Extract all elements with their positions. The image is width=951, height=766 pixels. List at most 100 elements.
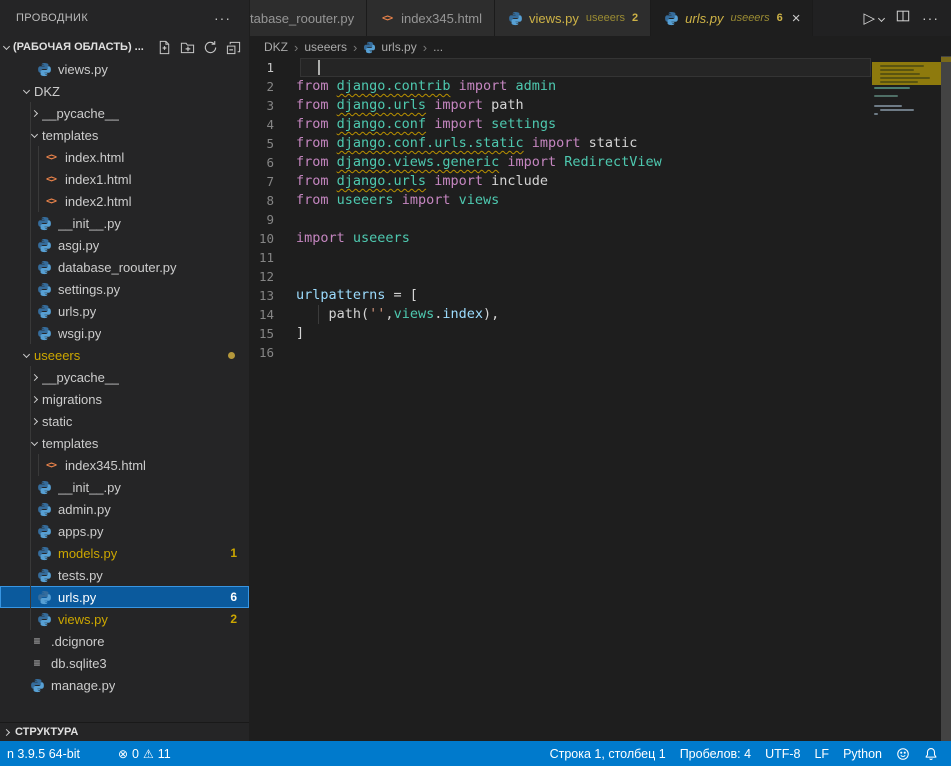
tree-item-label: db.sqlite3 xyxy=(51,656,107,671)
tree-item-.dcignore[interactable]: ≡.dcignore xyxy=(0,630,249,652)
tree-item-static[interactable]: static xyxy=(0,410,249,432)
tree-item-urls.py[interactable]: urls.py xyxy=(0,300,249,322)
tree-item-urls.py[interactable]: urls.py6 xyxy=(0,586,249,608)
vscode-window: ПРОВОДНИК ··· (РАБОЧАЯ ОБЛАСТЬ) ... view… xyxy=(0,0,951,766)
code-token: include xyxy=(491,173,548,189)
tree-item-label: apps.py xyxy=(58,524,104,539)
feedback-icon[interactable] xyxy=(889,741,917,766)
tab-tabase_roouter.py[interactable]: tabase_roouter.py xyxy=(250,0,367,36)
tree-item-views.py[interactable]: views.py xyxy=(0,58,249,80)
tab-views.py[interactable]: views.pyuseeers2 xyxy=(495,0,651,36)
indentation-item[interactable]: Пробелов: 4 xyxy=(673,741,758,766)
code-line[interactable]: 16 xyxy=(250,343,951,362)
code-line[interactable]: 1 xyxy=(250,58,951,77)
code-line[interactable]: 14 path('',views.index), xyxy=(250,305,951,324)
python-icon xyxy=(36,259,52,275)
close-icon[interactable]: × xyxy=(792,11,801,26)
tab-urls.py[interactable]: urls.pyuseeers6× xyxy=(651,0,813,36)
code-token: path( xyxy=(296,306,369,322)
bell-icon[interactable] xyxy=(917,741,945,766)
code-line[interactable]: 13urlpatterns = [ xyxy=(250,286,951,305)
tree-item-templates[interactable]: templates xyxy=(0,124,249,146)
minimap[interactable] xyxy=(872,58,941,178)
code-token xyxy=(329,173,337,189)
tree-item-tests.py[interactable]: tests.py xyxy=(0,564,249,586)
tab-index345.html[interactable]: <>index345.html xyxy=(367,0,495,36)
breadcrumb-item-...[interactable]: ... xyxy=(433,40,443,54)
collapse-all-icon[interactable] xyxy=(226,40,241,55)
split-editor-icon[interactable] xyxy=(896,9,910,28)
tree-item-models.py[interactable]: models.py1 xyxy=(0,542,249,564)
code-editor[interactable]: 12from django.contrib import admin3from … xyxy=(250,58,951,741)
code-line[interactable]: 3from django.urls import path xyxy=(250,96,951,115)
tree-item-label: __init__.py xyxy=(58,216,121,231)
tree-item-index345.html[interactable]: <>index345.html xyxy=(0,454,249,476)
explorer-more-actions-icon[interactable]: ··· xyxy=(214,10,231,26)
code-line[interactable]: 10import useeers xyxy=(250,229,951,248)
tree-item-views.py[interactable]: views.py2 xyxy=(0,608,249,630)
language-mode-item[interactable]: Python xyxy=(836,741,889,766)
problems-item[interactable]: ⊗ 0 ⚠ 11 xyxy=(111,741,178,766)
chevron-down-icon[interactable] xyxy=(878,14,885,21)
code-token: path xyxy=(491,97,524,113)
code-text: from django.contrib import admin xyxy=(296,77,951,96)
tab-label: index345.html xyxy=(401,11,482,26)
python-icon xyxy=(29,677,45,693)
code-line[interactable]: 4from django.conf import settings xyxy=(250,115,951,134)
new-folder-icon[interactable] xyxy=(180,40,195,55)
indent-guide xyxy=(30,520,31,542)
code-token: django.urls xyxy=(337,97,426,113)
tree-item-settings.py[interactable]: settings.py xyxy=(0,278,249,300)
code-line[interactable]: 11 xyxy=(250,248,951,267)
tree-item-index.html[interactable]: <>index.html xyxy=(0,146,249,168)
breadcrumb-item-urls.py[interactable]: urls.py xyxy=(363,40,416,54)
tree-item-index2.html[interactable]: <>index2.html xyxy=(0,190,249,212)
code-line[interactable]: 5from django.conf.urls.static import sta… xyxy=(250,134,951,153)
tree-item-migrations[interactable]: migrations xyxy=(0,388,249,410)
code-line[interactable]: 6from django.views.generic import Redire… xyxy=(250,153,951,172)
tree-item-templates[interactable]: templates xyxy=(0,432,249,454)
code-line[interactable]: 7from django.urls import include xyxy=(250,172,951,191)
tree-item-__init__.py[interactable]: __init__.py xyxy=(0,212,249,234)
tree-item-DKZ[interactable]: DKZ xyxy=(0,80,249,102)
tree-item-index1.html[interactable]: <>index1.html xyxy=(0,168,249,190)
eol-item[interactable]: LF xyxy=(807,741,836,766)
cursor-position-item[interactable]: Строка 1, столбец 1 xyxy=(543,741,673,766)
refresh-icon[interactable] xyxy=(203,40,218,55)
tree-item-db.sqlite3[interactable]: ≡db.sqlite3 xyxy=(0,652,249,674)
scrollbar[interactable] xyxy=(941,56,951,741)
code-line[interactable]: 2from django.contrib import admin xyxy=(250,77,951,96)
outline-section-header[interactable]: СТРУКТУРА xyxy=(0,722,249,741)
line-number: 3 xyxy=(250,96,296,115)
code-text: import useeers xyxy=(296,229,951,248)
code-line[interactable]: 9 xyxy=(250,210,951,229)
minimap-line xyxy=(880,73,920,75)
breadcrumb-item-useeers[interactable]: useeers xyxy=(304,40,347,54)
tree-item-apps.py[interactable]: apps.py xyxy=(0,520,249,542)
run-button[interactable]: ▷ xyxy=(863,9,884,27)
code-token: admin xyxy=(516,78,557,94)
new-file-icon[interactable] xyxy=(157,40,172,55)
indent-guide xyxy=(30,146,31,168)
encoding-item[interactable]: UTF-8 xyxy=(758,741,807,766)
python-version-item[interactable]: n 3.9.5 64-bit xyxy=(0,741,87,766)
breadcrumb-item-DKZ[interactable]: DKZ xyxy=(264,40,288,54)
tree-item-database_roouter.py[interactable]: database_roouter.py xyxy=(0,256,249,278)
tree-item-useeers[interactable]: useeers xyxy=(0,344,249,366)
code-line[interactable]: 8from useeers import views xyxy=(250,191,951,210)
workspace-section-header[interactable]: (РАБОЧАЯ ОБЛАСТЬ) ... xyxy=(0,36,249,58)
tree-item-asgi.py[interactable]: asgi.py xyxy=(0,234,249,256)
minimap-line xyxy=(880,109,914,111)
tree-item-manage.py[interactable]: manage.py xyxy=(0,674,249,696)
more-actions-icon[interactable]: ··· xyxy=(922,10,939,26)
tree-item-__pycache__[interactable]: __pycache__ xyxy=(0,366,249,388)
tree-item-__init__.py[interactable]: __init__.py xyxy=(0,476,249,498)
tree-item-wsgi.py[interactable]: wsgi.py xyxy=(0,322,249,344)
tree-item-__pycache__[interactable]: __pycache__ xyxy=(0,102,249,124)
code-line[interactable]: 15] xyxy=(250,324,951,343)
code-token: from xyxy=(296,97,329,113)
tree-item-admin.py[interactable]: admin.py xyxy=(0,498,249,520)
editor-group: tabase_roouter.py<>index345.htmlviews.py… xyxy=(250,0,951,741)
tab-description: useeers xyxy=(586,12,625,24)
code-line[interactable]: 12 xyxy=(250,267,951,286)
